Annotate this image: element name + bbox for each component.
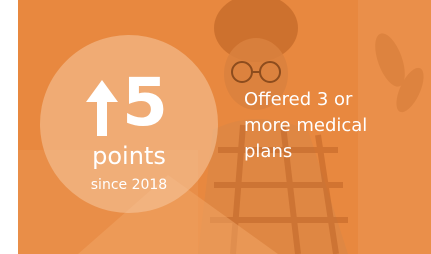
stat-unit: points [92,142,166,170]
up-arrow-icon [86,80,118,136]
stat-since: since 2018 [90,177,168,193]
stat-value: 5 [122,64,168,141]
stat-description-line: more medical [244,115,368,136]
stat-description-line: plans [244,141,293,162]
infographic-card: 5 points since 2018 Offered 3 or more me… [18,0,431,254]
stat-description: Offered 3 or more medical plans [244,87,424,165]
stat-description-line: Offered 3 or [244,89,353,110]
